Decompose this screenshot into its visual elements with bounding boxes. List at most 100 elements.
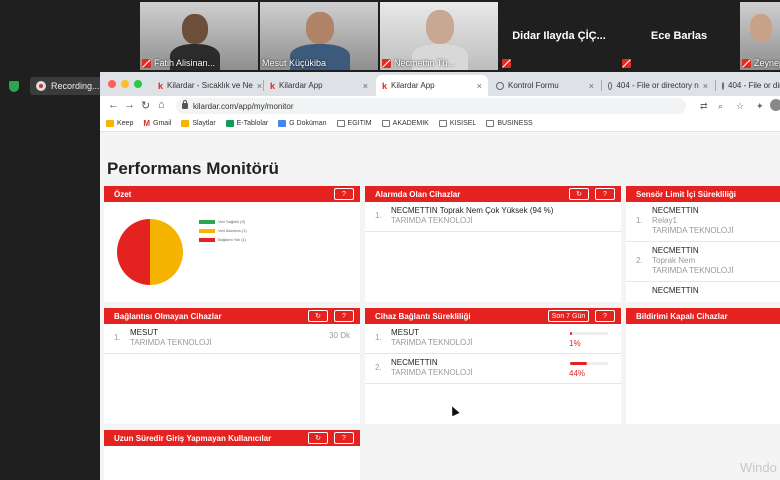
bookmark-slaytlar[interactable]: Slaytlar	[181, 120, 216, 127]
legend-swatch	[199, 237, 215, 242]
close-tab-icon[interactable]: ×	[363, 81, 368, 91]
browser-tab[interactable]: 404 - File or dir	[716, 75, 780, 96]
browser-tab[interactable]: k Kilardar App ×	[264, 75, 374, 96]
mic-muted-icon	[142, 58, 151, 68]
tab-bar: k Kilardar - Sıcaklık ve Ne × k Kilardar…	[100, 72, 780, 96]
refresh-button[interactable]: ↻	[569, 188, 589, 200]
extensions-icon[interactable]: ✦	[756, 101, 764, 112]
help-button[interactable]: ?	[334, 310, 354, 322]
bookmark-kisisel[interactable]: KISISEL	[438, 120, 476, 127]
mic-muted-icon	[502, 58, 511, 68]
legend-swatch	[199, 228, 215, 233]
reload-icon[interactable]: ↻	[141, 99, 150, 112]
connectivity-card: Cihaz Bağlantı Sürekliliği Son 7 Gün ? 1…	[365, 308, 621, 424]
progress-bar	[570, 362, 608, 365]
participant-tile[interactable]: Didar Ilayda ÇİÇ...	[500, 2, 618, 70]
offline-devices-card: Bağlantısı Olmayan Cihazlar ↻ ? 1. MESUT…	[104, 308, 360, 424]
record-icon	[36, 81, 46, 91]
pie-slice[interactable]	[150, 219, 183, 285]
close-tab-icon[interactable]: ×	[477, 81, 482, 91]
bookmark-business[interactable]: BUSINESS	[486, 120, 533, 127]
participant-name: Zeynep	[754, 58, 780, 68]
bookmark-etablolar[interactable]: E-Tablolar	[225, 120, 268, 127]
zoom-icon[interactable]: ⌕	[718, 101, 723, 112]
period-select[interactable]: Son 7 Gün	[548, 310, 589, 322]
help-button[interactable]: ?	[595, 310, 615, 322]
close-tab-icon[interactable]: ×	[257, 81, 262, 91]
list-item[interactable]: 1. NECMETTIN Toprak Nem Çok Yüksek (94 %…	[365, 202, 621, 232]
folder-icon	[438, 120, 447, 127]
globe-icon	[608, 81, 613, 90]
progress-bar	[570, 332, 608, 335]
kilardar-favicon-icon: k	[158, 80, 164, 91]
chart-legend: Veri Sağlıklı (0) Veri Alarmda (1) Bağla…	[199, 219, 247, 246]
address-bar: ← → ↻ ⌂ kilardar.com/app/my/monitor ⇄ ⌕ …	[100, 96, 780, 116]
url-field[interactable]: kilardar.com/app/my/monitor	[176, 98, 686, 114]
minimize-window-button[interactable]	[121, 80, 129, 88]
participant-tile[interactable]: Zeynep	[740, 2, 780, 70]
participant-tile[interactable]: Fatih Alisinan...	[140, 2, 258, 70]
close-tab-icon[interactable]: ×	[703, 81, 708, 91]
pie-slice[interactable]	[117, 219, 150, 285]
alarm-devices-card: Alarmda Olan Cihazlar ↻ ? 1. NECMETTIN T…	[365, 186, 621, 302]
forward-arrow-icon[interactable]: →	[124, 99, 135, 111]
gmail-icon: M	[143, 119, 151, 128]
tab-label: Kilardar App	[391, 81, 435, 90]
participant-tile[interactable]: Ece Barlas	[620, 2, 738, 70]
card-title: Bildirimi Kapalı Cihazlar	[636, 311, 728, 321]
list-item[interactable]: 2. NECMETTIN TARIMDA TEKNOLOJİ 44%	[365, 354, 621, 384]
help-button[interactable]: ?	[595, 188, 615, 200]
sheets-icon	[225, 120, 234, 127]
bookmark-egitim[interactable]: EGITIM	[336, 120, 372, 127]
help-button[interactable]: ?	[334, 432, 354, 444]
bookmark-gdokuman[interactable]: G Doküman	[278, 120, 327, 127]
bookmark-keep[interactable]: Keep	[106, 120, 133, 127]
participant-tile[interactable]: Necmettin Tü...	[380, 2, 498, 70]
help-button[interactable]: ?	[334, 188, 354, 200]
progress-fill	[570, 332, 573, 335]
recording-label: Recording...	[51, 81, 100, 91]
refresh-button[interactable]: ↻	[308, 310, 328, 322]
card-title: Cihaz Bağlantı Sürekliliği	[375, 311, 471, 321]
browser-tab[interactable]: 404 - File or directory n ×	[602, 75, 714, 96]
bookmark-akademik[interactable]: AKADEMIK	[381, 120, 429, 127]
shield-icon[interactable]	[9, 81, 19, 92]
docs-icon	[278, 120, 287, 127]
tab-label: Kontrol Formu	[508, 81, 559, 90]
participant-strip: Fatih Alisinan... Mesut Küçükiba Necmett…	[140, 0, 780, 70]
list-item[interactable]: 1. MESUT TARIMDA TEKNOLOJİ 1%	[365, 324, 621, 354]
refresh-button[interactable]: ↻	[308, 432, 328, 444]
windows-watermark: Windo	[740, 460, 777, 475]
summary-pie-chart	[117, 219, 183, 285]
browser-tab-active[interactable]: k Kilardar App ×	[376, 75, 488, 96]
list-item[interactable]: 1. MESUT TARIMDA TEKNOLOJİ 30 Dk	[104, 324, 360, 354]
lock-icon	[182, 100, 188, 109]
avatar[interactable]	[770, 99, 780, 111]
maximize-window-button[interactable]	[134, 80, 142, 88]
tab-label: 404 - File or directory n	[616, 81, 699, 90]
close-window-button[interactable]	[108, 80, 116, 88]
legend-label: Veri Alarmda (1)	[218, 228, 247, 233]
card-title: Sensör Limit İçi Sürekliliği	[636, 189, 737, 199]
list-item[interactable]: NECMETTIN	[626, 282, 780, 302]
home-icon[interactable]: ⌂	[158, 99, 165, 111]
bookmarks-bar: Keep M Gmail Slaytlar E-Tablolar G Doküma…	[100, 116, 780, 132]
mic-muted-icon	[382, 58, 391, 68]
translate-icon[interactable]: ⇄	[700, 101, 708, 112]
star-icon[interactable]: ☆	[736, 101, 744, 112]
back-arrow-icon[interactable]: ←	[108, 99, 119, 111]
browser-tab[interactable]: Kontrol Formu ×	[490, 75, 600, 96]
progress-percent: 44%	[569, 369, 586, 378]
folder-icon	[336, 120, 345, 127]
bookmark-gmail[interactable]: M Gmail	[143, 119, 171, 128]
card-title: Özet	[114, 189, 132, 199]
browser-tab[interactable]: k Kilardar - Sıcaklık ve Ne ×	[152, 75, 262, 96]
legend-label: Bağlantı Yok (1)	[218, 237, 247, 242]
participant-name: Didar Ilayda ÇİÇ...	[512, 30, 606, 42]
list-item[interactable]: 1. NECMETTIN Relay1 TARIMDA TEKNOLOJİ	[626, 202, 780, 242]
participant-tile[interactable]: Mesut Küçükiba	[260, 2, 378, 70]
close-tab-icon[interactable]: ×	[589, 81, 594, 91]
tab-label: Kilardar - Sıcaklık ve Ne	[167, 81, 253, 90]
notifications-off-card: Bildirimi Kapalı Cihazlar	[626, 308, 780, 424]
list-item[interactable]: 2. NECMETTIN Toprak Nem TARIMDA TEKNOLOJ…	[626, 242, 780, 282]
